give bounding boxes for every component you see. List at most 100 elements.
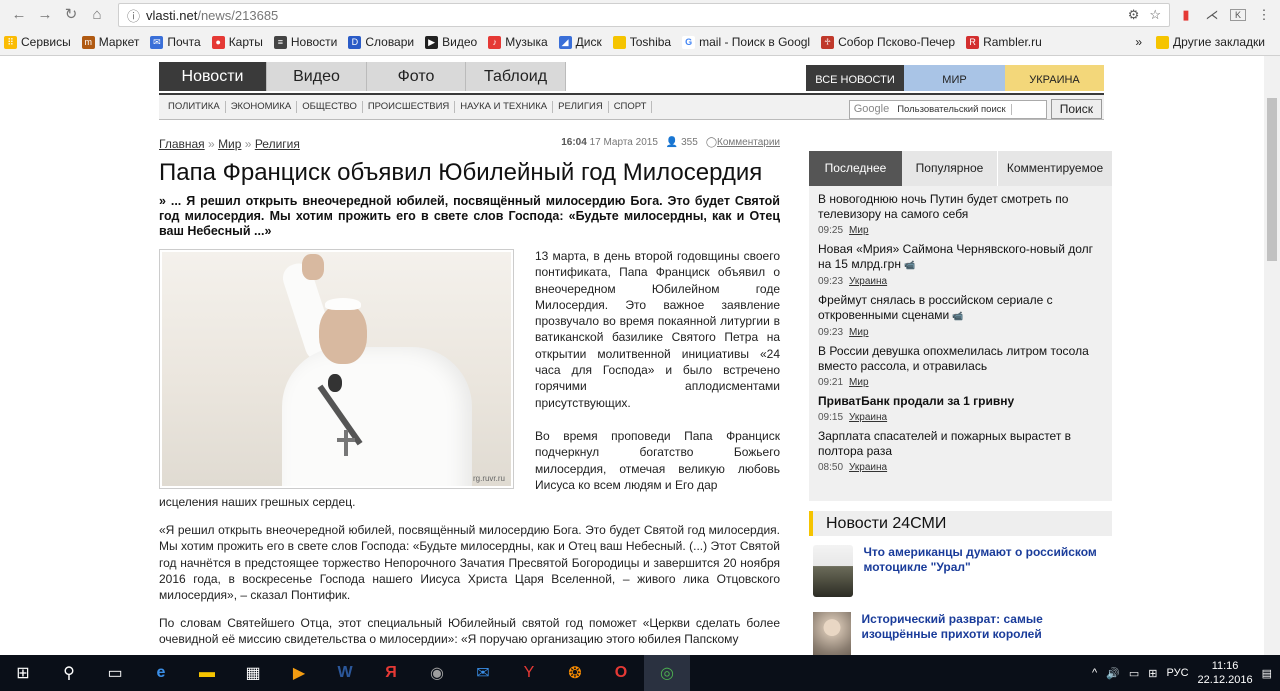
opera-icon[interactable]: O: [598, 655, 644, 691]
tab-ukraine[interactable]: УКРАИНА: [1005, 65, 1104, 91]
kaspersky-icon[interactable]: K: [1230, 9, 1246, 21]
list-item[interactable]: Зарплата спасателей и пожарных вырастет …: [818, 429, 1104, 473]
bookmark-mail-search[interactable]: Gmail - Поиск в Googl: [682, 35, 810, 49]
queen-thumbnail[interactable]: [813, 612, 852, 655]
market-icon: m: [81, 35, 95, 49]
back-icon[interactable]: ←: [8, 4, 30, 26]
tab-video[interactable]: Видео: [267, 62, 367, 91]
tab-tabloid[interactable]: Таблоид: [466, 62, 566, 91]
page-scrollbar[interactable]: [1264, 56, 1280, 655]
yandex-browser-icon[interactable]: Y: [506, 655, 552, 691]
nav-science[interactable]: НАУКА И ТЕХНИКА: [455, 101, 554, 113]
clock[interactable]: 11:16 22.12.2016: [1198, 659, 1253, 687]
bookmark-rambler[interactable]: R Rambler.ru: [966, 35, 1042, 49]
search-button[interactable]: Поиск: [1050, 99, 1102, 119]
language-indicator[interactable]: РУС: [1167, 667, 1189, 679]
yandex-icon[interactable]: Я: [368, 655, 414, 691]
photo-watermark: rg.ruvr.ru: [472, 474, 505, 483]
tab-all-news[interactable]: ВСЕ НОВОСТИ: [806, 65, 904, 91]
store-icon[interactable]: ▦: [230, 655, 276, 691]
list-item[interactable]: Фреймут снялась в российском сериале с о…: [818, 293, 1104, 338]
ext-icon[interactable]: ⋌: [1204, 7, 1220, 23]
volume-icon[interactable]: 🔊: [1106, 667, 1120, 680]
nav-politics[interactable]: ПОЛИТИКА: [163, 101, 226, 113]
chrome-icon[interactable]: ◎: [644, 655, 690, 691]
nav-society[interactable]: ОБЩЕСТВО: [297, 101, 363, 113]
other-bookmarks[interactable]: Другие закладки: [1156, 35, 1265, 49]
home-icon[interactable]: ⌂: [86, 4, 108, 26]
nav-economy[interactable]: ЭКОНОМИКА: [226, 101, 298, 113]
bookmark-toshiba[interactable]: Toshiba: [612, 35, 671, 49]
reload-icon[interactable]: ↻: [60, 4, 82, 26]
start-windows-icon[interactable]: ⊞: [0, 655, 46, 691]
list-item[interactable]: Новая «Мрия» Саймона Чернявского-новый д…: [818, 242, 1104, 287]
disk-icon: ◢: [558, 35, 572, 49]
tab-popular[interactable]: Популярное: [902, 151, 998, 186]
forward-icon[interactable]: →: [34, 4, 56, 26]
bookmark-maps[interactable]: ● Карты: [211, 35, 263, 49]
tab-latest[interactable]: Последнее: [809, 151, 902, 186]
news24-item[interactable]: Исторический разврат: самые изощрённые п…: [809, 612, 1112, 655]
article-paragraph: исцеления наших грешных сердец.: [159, 495, 356, 509]
translate-icon[interactable]: ⚙: [1128, 7, 1140, 23]
breadcrumb-home[interactable]: Главная: [159, 137, 205, 151]
word-icon[interactable]: W: [322, 655, 368, 691]
article-time: 16:04: [561, 137, 587, 148]
tab-world[interactable]: МИР: [904, 65, 1005, 91]
tab-news[interactable]: Новости: [159, 62, 267, 91]
bookmark-ext-icon[interactable]: ▮: [1178, 7, 1194, 23]
map-pin-icon: ●: [211, 35, 225, 49]
task-view-icon[interactable]: ▭: [92, 655, 138, 691]
news24-item[interactable]: Что американцы думают о российском мотоц…: [809, 545, 1112, 603]
nav-incidents[interactable]: ПРОИСШЕСТВИЯ: [363, 101, 456, 113]
network-icon[interactable]: ⊞: [1148, 667, 1157, 680]
breadcrumb-religion[interactable]: Религия: [255, 137, 300, 151]
list-item[interactable]: В новогоднюю ночь Путин будет смотреть п…: [818, 192, 1104, 236]
page-icon: ♱: [821, 35, 835, 49]
star-icon[interactable]: ☆: [1149, 7, 1161, 23]
address-bar[interactable]: ⓘ vlasti.net/news/213685 ⚙ ☆: [118, 3, 1170, 27]
nav-religion[interactable]: РЕЛИГИЯ: [553, 101, 609, 113]
notifications-icon[interactable]: ▤: [1262, 667, 1272, 680]
sub-nav: ПОЛИТИКА ЭКОНОМИКА ОБЩЕСТВО ПРОИСШЕСТВИЯ…: [159, 93, 1104, 120]
tab-photo[interactable]: Фото: [367, 62, 466, 91]
mail-app-icon[interactable]: ✉: [460, 655, 506, 691]
list-item[interactable]: ПриватБанк продали за 1 гривну 09:15 Укра…: [818, 394, 1104, 423]
news24-block: Новости 24СМИ Что американцы думают о ро…: [809, 511, 1112, 655]
sidebar-tabs: Последнее Популярное Комментируемое: [809, 151, 1112, 186]
bookmark-sobor[interactable]: ♱ Собор Псково-Печер: [821, 35, 955, 49]
comments-link[interactable]: Комментарии: [717, 137, 780, 148]
chevron-up-icon[interactable]: ^: [1092, 667, 1097, 679]
menu-icon[interactable]: ⋮: [1256, 7, 1272, 23]
bookmark-services[interactable]: ⠿ Сервисы: [4, 35, 71, 49]
bookmark-dict[interactable]: D Словари: [348, 35, 414, 49]
battery-icon[interactable]: ▭: [1129, 667, 1139, 680]
search-input[interactable]: Google Пользовательский поиск: [848, 99, 1047, 119]
windows-taskbar: ⊞ ⚲ ▭ e ▬ ▦ ▶ W Я ◉ ✉ Y ❂ O ◎ ^ 🔊 ▭ ⊞ РУ…: [0, 655, 1280, 691]
list-item[interactable]: В России девушка опохмелилась литром тос…: [818, 344, 1104, 388]
bookmark-disk[interactable]: ◢ Диск: [558, 35, 602, 49]
bookmark-music[interactable]: ♪ Музыка: [488, 35, 548, 49]
info-icon[interactable]: ⓘ: [127, 6, 140, 25]
bookmark-video[interactable]: ▶ Видео: [425, 35, 477, 49]
nav-sport[interactable]: СПОРТ: [609, 101, 653, 113]
bookmark-market[interactable]: m Маркет: [81, 35, 139, 49]
tab-commented[interactable]: Комментируемое: [998, 151, 1112, 186]
motorcycle-thumbnail[interactable]: [813, 545, 854, 597]
search-icon[interactable]: ⚲: [46, 655, 92, 691]
file-explorer-icon[interactable]: ▬: [184, 655, 230, 691]
breadcrumb-world[interactable]: Мир: [218, 137, 241, 151]
article-meta-row: Главная » Мир » Религия 16:04 17 Марта 2…: [159, 137, 780, 151]
latest-news-list: В новогоднюю ночь Путин будет смотреть п…: [809, 186, 1112, 501]
photo-app-icon[interactable]: ❂: [552, 655, 598, 691]
edge-icon[interactable]: e: [138, 655, 184, 691]
article-paragraph: Во время проповеди Папа Франциск подчерк…: [535, 429, 780, 492]
bookmarks-overflow: » Другие закладки: [1135, 35, 1276, 49]
bookmarks-more[interactable]: »: [1135, 35, 1142, 49]
scrollbar-thumb[interactable]: [1267, 98, 1277, 261]
media-player-icon[interactable]: ▶: [276, 655, 322, 691]
url-path: /news/213685: [197, 7, 279, 23]
bookmark-news[interactable]: ≡ Новости: [273, 35, 337, 49]
bookmark-mail[interactable]: ✉ Почта: [150, 35, 201, 49]
app-circle-icon[interactable]: ◉: [414, 655, 460, 691]
